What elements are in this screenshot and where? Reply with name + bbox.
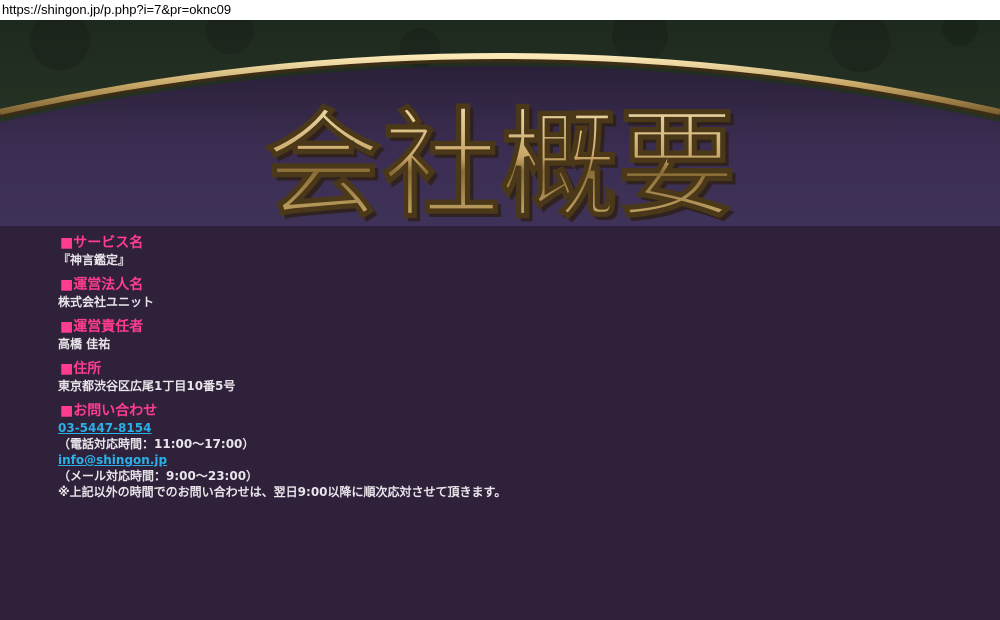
page-banner: 会社概要 会社概要 — [0, 20, 1000, 226]
company-info: ■サービス名 『神言鑑定』 ■運営法人名 株式会社ユニット ■運営責任者 高橋 … — [58, 234, 958, 508]
contact-heading: ■お問い合わせ — [60, 403, 158, 419]
phone-link[interactable]: 03-5447-8154 — [58, 421, 151, 435]
banner-graphic: 会社概要 会社概要 — [0, 20, 1000, 226]
address-heading: ■住所 — [60, 361, 102, 377]
service-name-section: ■サービス名 『神言鑑定』 — [58, 234, 958, 268]
manager-heading: ■運営責任者 — [60, 319, 144, 335]
address-bar[interactable]: https://shingon.jp/p.php?i=7&pr=oknc09 — [0, 0, 1000, 20]
address-value: 東京都渋谷区広尾1丁目10番5号 — [58, 379, 236, 393]
company-name-section: ■運営法人名 株式会社ユニット — [58, 276, 958, 310]
company-name-value: 株式会社ユニット — [58, 295, 155, 309]
url-text: https://shingon.jp/p.php?i=7&pr=oknc09 — [2, 2, 232, 17]
manager-value: 高橋 佳祐 — [58, 337, 111, 351]
address-section: ■住所 東京都渋谷区広尾1丁目10番5号 — [58, 360, 958, 394]
contact-note: ※上記以外の時間でのお問い合わせは、翌日9:00以降に順次応対させて頂きます。 — [58, 485, 507, 499]
service-name-heading: ■サービス名 — [60, 235, 144, 251]
banner-title: 会社概要 — [264, 95, 736, 226]
company-name-heading: ■運営法人名 — [60, 277, 144, 293]
contact-section: ■お問い合わせ 03-5447-8154 （電話対応時間：11:00～17:00… — [58, 402, 958, 500]
service-name-value: 『神言鑑定』 — [58, 253, 131, 267]
manager-section: ■運営責任者 高橋 佳祐 — [58, 318, 958, 352]
phone-hours: （電話対応時間：11:00～17:00） — [58, 437, 255, 451]
email-link[interactable]: info@shingon.jp — [58, 453, 167, 467]
email-hours: （メール対応時間：9:00～23:00） — [58, 469, 259, 483]
